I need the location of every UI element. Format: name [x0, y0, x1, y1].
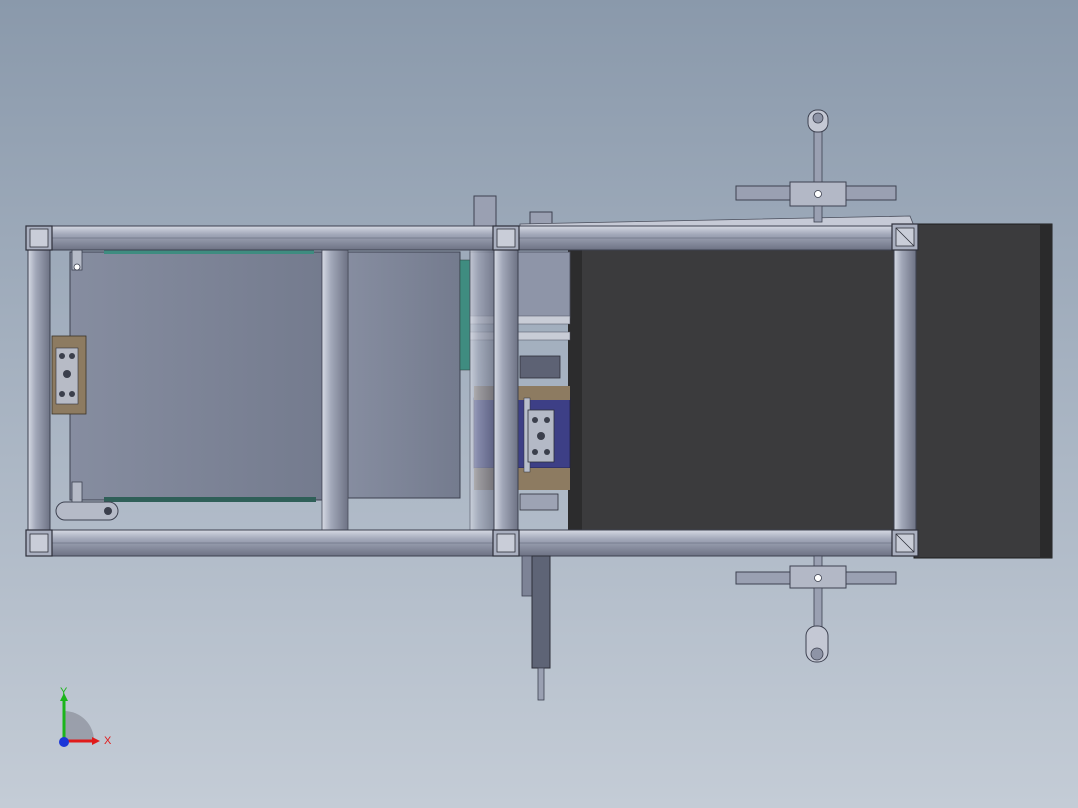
z-axis-dot: [59, 737, 69, 747]
frame-post-left: [27, 247, 51, 533]
bottom-cylinder: [521, 555, 551, 701]
x-axis-label: X: [104, 735, 112, 747]
cad-viewport[interactable]: X Y: [0, 0, 1078, 808]
y-axis-label: Y: [60, 686, 68, 698]
top-bracket-left: [473, 195, 497, 231]
machine-model[interactable]: [0, 0, 1078, 808]
frame-post-middle: [493, 247, 519, 533]
axis-triad: X Y: [50, 685, 120, 755]
triad-plane-icon: [64, 711, 94, 741]
middle-panel: [347, 251, 461, 499]
bottom-adjust-handle[interactable]: [735, 555, 897, 663]
left-panel: [69, 251, 323, 501]
conveyor-belt: [572, 248, 896, 532]
frame-post-right: [893, 247, 917, 533]
right-end-block: [913, 223, 1053, 559]
top-adjust-handle[interactable]: [735, 109, 897, 223]
